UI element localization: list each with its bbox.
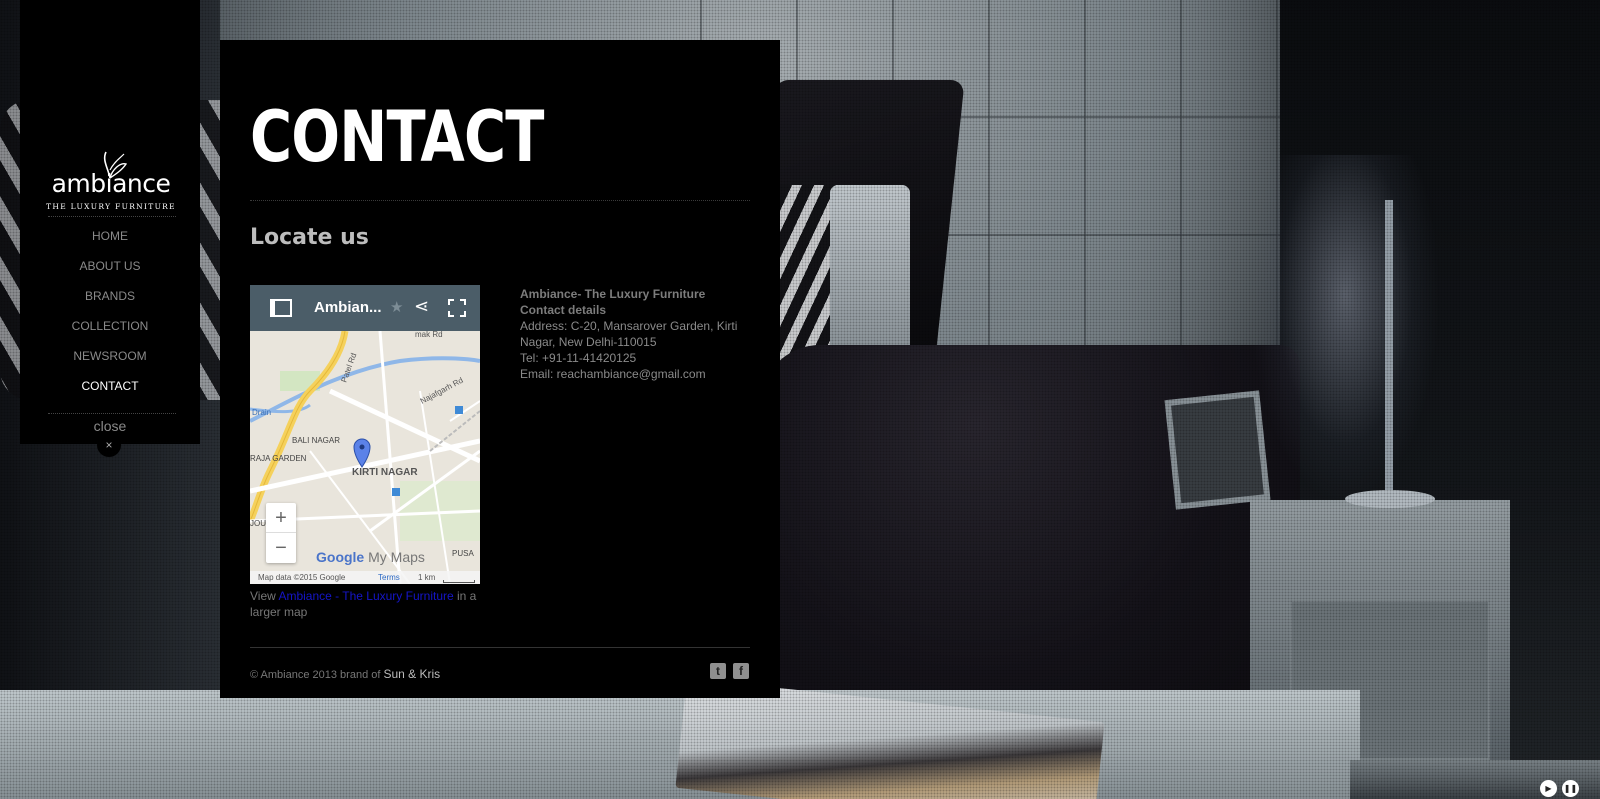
map-scale-bar xyxy=(443,580,475,583)
google-my-maps-logo: Google My Maps xyxy=(316,549,425,565)
main-menu: HOME ABOUT US BRANDS COLLECTION NEWSROOM… xyxy=(20,228,200,408)
zoom-in-button[interactable]: + xyxy=(266,503,296,533)
close-icon[interactable]: × xyxy=(97,433,121,457)
brand-tagline: THE LUXURY FURNITURE xyxy=(46,202,176,211)
contact-details: Ambiance- The Luxury Furniture Contact d… xyxy=(520,286,750,382)
google-logo-text: Google xyxy=(316,549,365,565)
sidebar-nav: ambiance THE LUXURY FURNITURE HOME ABOUT… xyxy=(20,0,200,457)
fullscreen-icon[interactable] xyxy=(448,299,466,317)
map-title[interactable]: Ambian... xyxy=(314,299,382,316)
zoom-out-button[interactable]: − xyxy=(266,533,296,563)
map-label-bali-nagar: BALI NAGAR xyxy=(292,436,340,445)
brand-logo[interactable]: ambiance THE LUXURY FURNITURE xyxy=(46,148,176,214)
map-label-pusa: PUSA xyxy=(452,549,474,558)
content-panel: CONTACT Locate us Ambian... ★ ⋖ Patel Rd… xyxy=(220,40,780,698)
nav-item-contact[interactable]: CONTACT xyxy=(20,378,200,408)
contact-address: Address: C-20, Mansarover Garden, Kirti … xyxy=(520,319,738,349)
larger-map-link[interactable]: Ambiance - The Luxury Furniture xyxy=(278,589,453,603)
map-header: Ambian... ★ ⋖ xyxy=(250,285,480,331)
nav-item-collection[interactable]: COLLECTION xyxy=(20,318,200,348)
page-title: CONTACT xyxy=(250,96,544,178)
map-terms-link[interactable]: Terms xyxy=(378,571,400,584)
map-legend-toggle-icon[interactable] xyxy=(270,299,292,317)
map-zoom-control: + − xyxy=(266,503,296,563)
map-footer: Map data ©2015 Google Terms 1 km xyxy=(250,571,480,584)
contact-heading: Contact details xyxy=(520,303,607,317)
star-icon[interactable]: ★ xyxy=(390,298,403,316)
contact-company: Ambiance- The Luxury Furniture xyxy=(520,287,706,301)
nav-item-brands[interactable]: BRANDS xyxy=(20,288,200,318)
my-maps-logo-text: My Maps xyxy=(368,549,425,565)
brand-name: ambiance xyxy=(51,169,171,198)
pause-icon[interactable]: ❚❚ xyxy=(1562,780,1579,797)
nav-divider xyxy=(48,216,176,217)
map-label-jou: JOU xyxy=(250,519,266,528)
contact-email: Email: reachambiance@gmail.com xyxy=(520,367,706,381)
section-title: Locate us xyxy=(250,225,369,250)
nav-divider-bottom xyxy=(48,413,176,414)
close-menu-label[interactable]: close xyxy=(20,418,200,434)
map-label-drain: Drain xyxy=(252,408,271,417)
nav-item-home[interactable]: HOME xyxy=(20,228,200,258)
map-scale-label: 1 km xyxy=(418,573,436,582)
embedded-map[interactable]: Ambian... ★ ⋖ Patel Rd Najafgarh Rd Drai… xyxy=(250,285,480,584)
twitter-icon[interactable]: t xyxy=(710,663,726,679)
facebook-icon[interactable]: f xyxy=(733,663,749,679)
larger-map-prefix: View xyxy=(250,589,279,603)
copyright-text: © Ambiance 2013 brand of Sun & Kris xyxy=(250,667,440,681)
map-label-road-top: mak Rd xyxy=(415,331,443,339)
map-label-raja-garden: RAJA GARDEN xyxy=(250,454,307,463)
play-icon[interactable]: ▶ xyxy=(1540,780,1557,797)
footer-divider xyxy=(250,647,750,648)
title-divider xyxy=(250,200,750,201)
brand-link[interactable]: Sun & Kris xyxy=(383,667,440,681)
map-attribution: Map data ©2015 Google xyxy=(258,573,346,582)
copyright-label: © Ambiance 2013 brand of xyxy=(250,669,384,681)
share-icon[interactable]: ⋖ xyxy=(414,296,429,317)
map-label-kirti-nagar: KIRTI NAGAR xyxy=(352,467,418,478)
nav-item-about-us[interactable]: ABOUT US xyxy=(20,258,200,288)
contact-tel: Tel: +91-11-41420125 xyxy=(520,351,637,365)
larger-map-text: View Ambiance - The Luxury Furniture in … xyxy=(250,588,482,620)
nav-item-newsroom[interactable]: NEWSROOM xyxy=(20,348,200,378)
